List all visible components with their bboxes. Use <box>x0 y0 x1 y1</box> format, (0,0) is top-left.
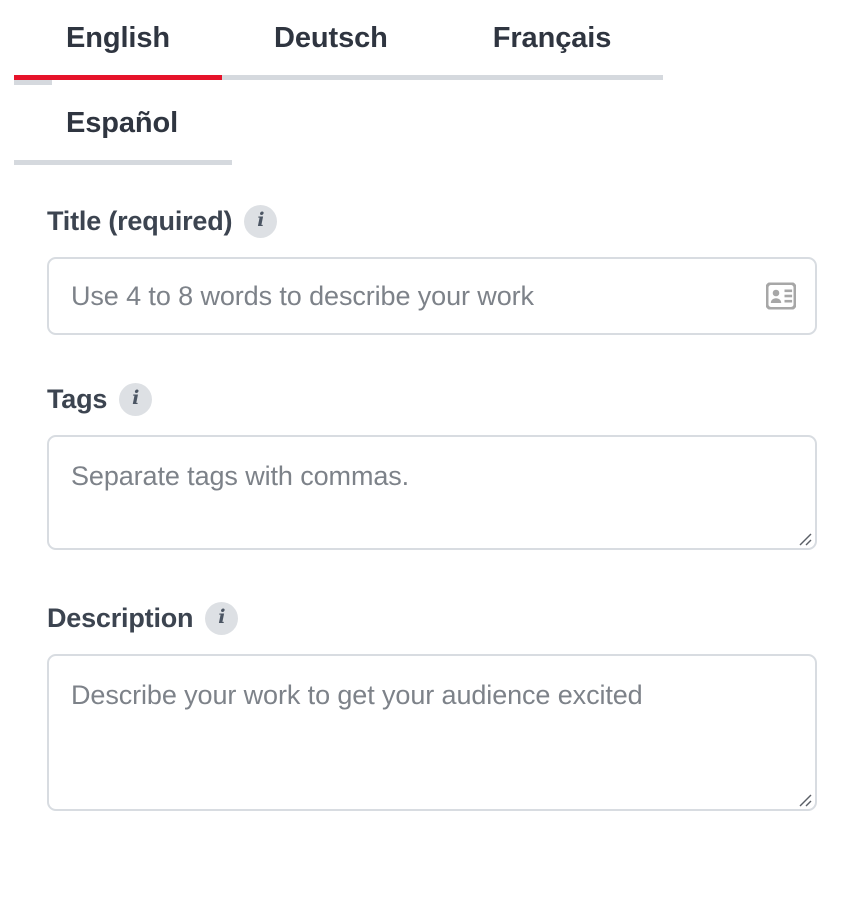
tags-textarea-placeholder: Separate tags with commas. <box>71 461 410 491</box>
field-tags-label: Tags <box>47 383 108 414</box>
language-tabs: English Deutsch Français Español <box>0 0 858 165</box>
info-icon-glyph: i <box>257 209 265 231</box>
resize-grip-icon[interactable] <box>795 529 812 546</box>
field-description-label-row: Description i <box>47 602 817 635</box>
description-textarea-placeholder: Describe your work to get your audience … <box>71 680 643 710</box>
info-icon[interactable]: i <box>244 205 278 238</box>
field-title: Title (required) i Use 4 to 8 words to d… <box>47 205 817 335</box>
language-tabs-row: English Deutsch Français Español <box>0 0 858 165</box>
spacer-tags-description <box>47 550 817 602</box>
tab-deutsch[interactable]: Deutsch <box>222 0 440 80</box>
tab-english[interactable]: English <box>14 0 223 80</box>
field-title-label-row: Title (required) i <box>47 205 817 238</box>
title-input-placeholder: Use 4 to 8 words to describe your work <box>71 280 534 311</box>
tab-espanol[interactable]: Español <box>14 85 233 165</box>
spacer-title-tags <box>47 335 817 383</box>
field-tags: Tags i Separate tags with commas. <box>47 383 817 550</box>
title-input[interactable]: Use 4 to 8 words to describe your work <box>47 257 817 335</box>
field-title-label: Title (required) <box>47 205 233 236</box>
field-description-label: Description <box>47 602 194 633</box>
tags-textarea[interactable]: Separate tags with commas. <box>47 435 817 550</box>
info-icon-glyph: i <box>218 606 226 628</box>
metadata-form: Title (required) i Use 4 to 8 words to d… <box>47 205 817 811</box>
tab-francais[interactable]: Français <box>439 0 664 80</box>
contact-card-icon[interactable] <box>766 282 796 310</box>
field-tags-label-row: Tags i <box>47 383 817 416</box>
info-icon-glyph: i <box>132 387 140 409</box>
field-description: Description i Describe your work to get … <box>47 602 817 811</box>
language-tabs-list: English Deutsch Français Español <box>14 0 698 165</box>
description-textarea[interactable]: Describe your work to get your audience … <box>47 654 817 811</box>
info-icon[interactable]: i <box>119 383 153 416</box>
info-icon[interactable]: i <box>205 602 239 635</box>
resize-grip-icon[interactable] <box>795 790 812 807</box>
